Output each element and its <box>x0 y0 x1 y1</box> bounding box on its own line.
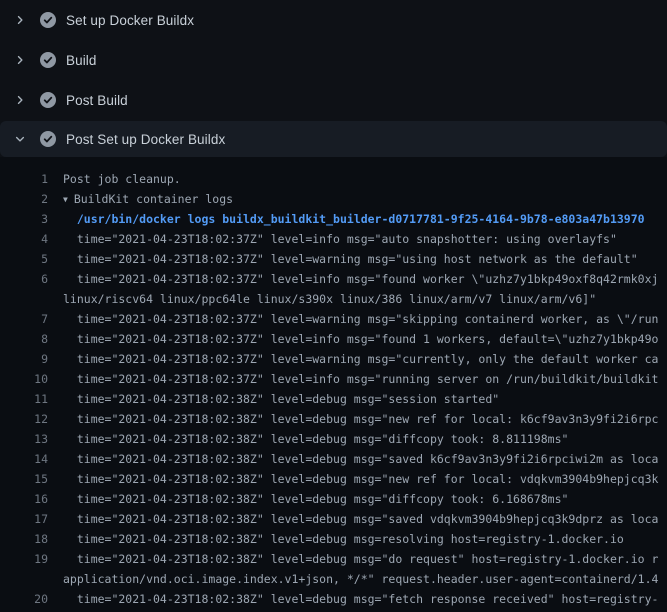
chevron-right-icon <box>14 54 26 66</box>
log-line: 10 time="2021-04-23T18:02:37Z" level=inf… <box>0 369 667 389</box>
log-line-number[interactable]: 20 <box>0 589 48 609</box>
triangle-down-icon: ▼ <box>63 195 68 204</box>
step-row-post-set-up-docker-buildx[interactable]: Post Set up Docker Buildx <box>0 121 667 157</box>
log-line-number[interactable]: 18 <box>0 529 48 549</box>
log-line-number[interactable]: 17 <box>0 509 48 529</box>
step-row-post-build[interactable]: Post Build <box>0 80 667 120</box>
log-line-text: time="2021-04-23T18:02:37Z" level=warnin… <box>63 249 638 269</box>
step-list: Set up Docker Buildx Build <box>0 0 667 157</box>
log-line-text: time="2021-04-23T18:02:38Z" level=debug … <box>63 469 658 489</box>
log-line-number[interactable]: 19 <box>0 549 48 569</box>
log-line-number[interactable]: 15 <box>0 469 48 489</box>
log-line-text: time="2021-04-23T18:02:38Z" level=debug … <box>63 389 499 409</box>
log-line: 18 time="2021-04-23T18:02:38Z" level=deb… <box>0 529 667 549</box>
log-line-text: time="2021-04-23T18:02:38Z" level=debug … <box>63 409 658 429</box>
log-line-number[interactable]: 12 <box>0 409 48 429</box>
log-line: application/vnd.oci.image.index.v1+json,… <box>0 569 667 589</box>
log-line-number[interactable]: 16 <box>0 489 48 509</box>
log-group-toggle[interactable]: ▼BuildKit container logs <box>63 189 233 209</box>
log-line-text: time="2021-04-23T18:02:38Z" level=debug … <box>63 429 568 449</box>
check-circle-icon <box>40 52 56 68</box>
step-label: Post Set up Docker Buildx <box>66 132 225 147</box>
log-line: 13 time="2021-04-23T18:02:38Z" level=deb… <box>0 429 667 449</box>
log-line: 4 time="2021-04-23T18:02:37Z" level=info… <box>0 229 667 249</box>
log-line: 19 time="2021-04-23T18:02:38Z" level=deb… <box>0 549 667 569</box>
log-line: 8 time="2021-04-23T18:02:37Z" level=info… <box>0 329 667 349</box>
step-row-build[interactable]: Build <box>0 40 667 80</box>
check-circle-icon <box>40 12 56 28</box>
log-line-text: Post job cleanup. <box>63 169 181 189</box>
log-line-text: time="2021-04-23T18:02:38Z" level=debug … <box>63 549 658 569</box>
chevron-down-icon <box>14 133 26 145</box>
step-row-set-up-docker-buildx[interactable]: Set up Docker Buildx <box>0 0 667 40</box>
log-line-number[interactable]: 8 <box>0 329 48 349</box>
step-label: Set up Docker Buildx <box>66 13 194 28</box>
step-label: Post Build <box>66 93 128 108</box>
log-line: 20 time="2021-04-23T18:02:38Z" level=deb… <box>0 589 667 609</box>
check-circle-icon <box>40 131 56 147</box>
check-circle-icon <box>40 92 56 108</box>
log-line-number[interactable]: 9 <box>0 349 48 369</box>
log-line: 16 time="2021-04-23T18:02:38Z" level=deb… <box>0 489 667 509</box>
chevron-right-icon <box>14 94 26 106</box>
log-line-number[interactable]: 5 <box>0 249 48 269</box>
log-line-number[interactable]: 6 <box>0 269 48 289</box>
log-line: 17 time="2021-04-23T18:02:38Z" level=deb… <box>0 509 667 529</box>
log-line-number[interactable]: 3 <box>0 209 48 229</box>
log-line-text: time="2021-04-23T18:02:38Z" level=debug … <box>63 529 624 549</box>
log-line: 15 time="2021-04-23T18:02:38Z" level=deb… <box>0 469 667 489</box>
log-line: 1 Post job cleanup. <box>0 169 667 189</box>
log-line: 5 time="2021-04-23T18:02:37Z" level=warn… <box>0 249 667 269</box>
log-line-text: time="2021-04-23T18:02:37Z" level=info m… <box>63 229 617 249</box>
log-line-text: time="2021-04-23T18:02:38Z" level=debug … <box>63 489 568 509</box>
log-line-text: linux/riscv64 linux/ppc64le linux/s390x … <box>63 289 596 309</box>
log-line-text: time="2021-04-23T18:02:38Z" level=debug … <box>63 449 658 469</box>
log-line-continuation-gutter <box>0 569 48 589</box>
log-line-number[interactable]: 1 <box>0 169 48 189</box>
log-line-number[interactable]: 7 <box>0 309 48 329</box>
log-line: 3 /usr/bin/docker logs buildx_buildkit_b… <box>0 209 667 229</box>
log-line-number[interactable]: 4 <box>0 229 48 249</box>
log-viewer: 1 Post job cleanup. 2 ▼BuildKit containe… <box>0 157 667 612</box>
chevron-right-icon <box>14 14 26 26</box>
log-line: 2 ▼BuildKit container logs <box>0 189 667 209</box>
log-line-text: time="2021-04-23T18:02:37Z" level=info m… <box>63 269 658 289</box>
log-line: 9 time="2021-04-23T18:02:37Z" level=warn… <box>0 349 667 369</box>
log-line-text: time="2021-04-23T18:02:37Z" level=info m… <box>63 369 658 389</box>
log-line: 7 time="2021-04-23T18:02:37Z" level=warn… <box>0 309 667 329</box>
log-line: 14 time="2021-04-23T18:02:38Z" level=deb… <box>0 449 667 469</box>
log-line-number[interactable]: 10 <box>0 369 48 389</box>
log-line-text: time="2021-04-23T18:02:38Z" level=debug … <box>63 509 658 529</box>
log-line-text: time="2021-04-23T18:02:37Z" level=warnin… <box>63 309 658 329</box>
log-line-number[interactable]: 2 <box>0 189 48 209</box>
log-line-number[interactable]: 13 <box>0 429 48 449</box>
log-line: 6 time="2021-04-23T18:02:37Z" level=info… <box>0 269 667 289</box>
log-line: 12 time="2021-04-23T18:02:38Z" level=deb… <box>0 409 667 429</box>
log-line-text: time="2021-04-23T18:02:37Z" level=info m… <box>63 329 658 349</box>
log-line: linux/riscv64 linux/ppc64le linux/s390x … <box>0 289 667 309</box>
log-line-number[interactable]: 11 <box>0 389 48 409</box>
log-line-text: time="2021-04-23T18:02:37Z" level=warnin… <box>63 349 658 369</box>
log-line-text: /usr/bin/docker logs buildx_buildkit_bui… <box>63 209 645 229</box>
log-line-continuation-gutter <box>0 289 48 309</box>
log-line: 11 time="2021-04-23T18:02:38Z" level=deb… <box>0 389 667 409</box>
log-line-text: application/vnd.oci.image.index.v1+json,… <box>63 569 658 589</box>
log-line-number[interactable]: 14 <box>0 449 48 469</box>
log-line-text: time="2021-04-23T18:02:38Z" level=debug … <box>63 589 658 609</box>
step-label: Build <box>66 53 97 68</box>
